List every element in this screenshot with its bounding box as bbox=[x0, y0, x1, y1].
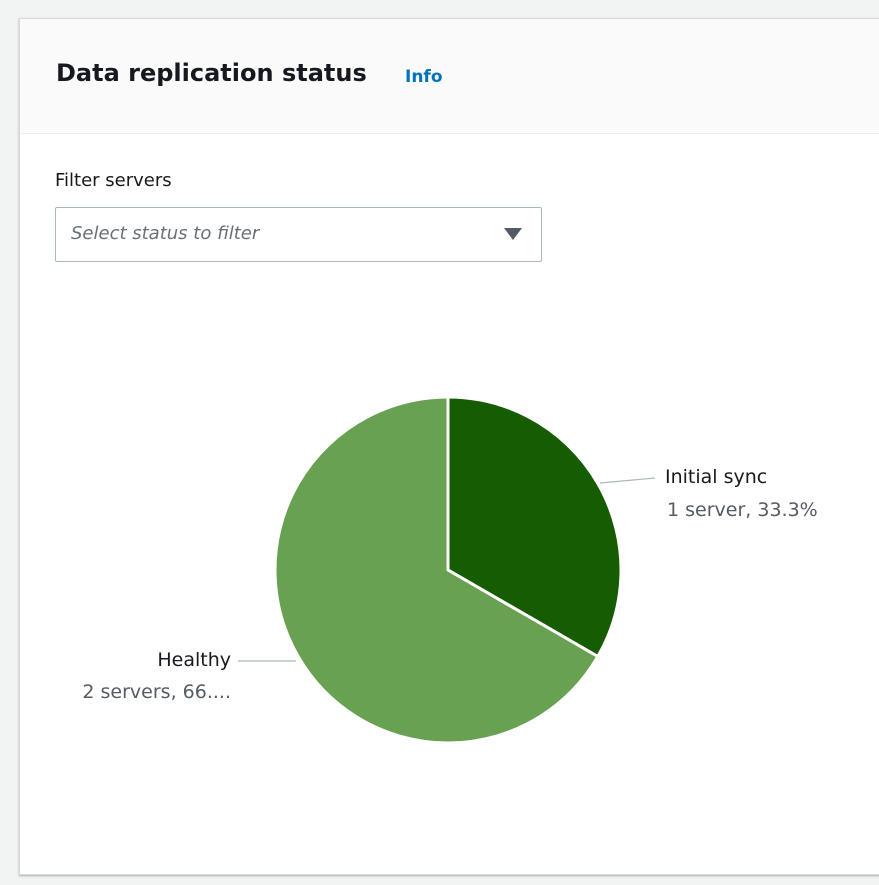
healthy-label[interactable]: Healthy bbox=[157, 649, 231, 671]
healthy-value: 2 servers, 66.... bbox=[82, 681, 231, 703]
initial-sync-label[interactable]: Initial sync bbox=[665, 466, 767, 488]
pie-chart: Initial sync 1 server, 33.3% Healthy 2 s… bbox=[82, 395, 818, 745]
initial-sync-leader-line bbox=[599, 477, 656, 484]
initial-sync-value: 1 server, 33.3% bbox=[667, 499, 818, 521]
